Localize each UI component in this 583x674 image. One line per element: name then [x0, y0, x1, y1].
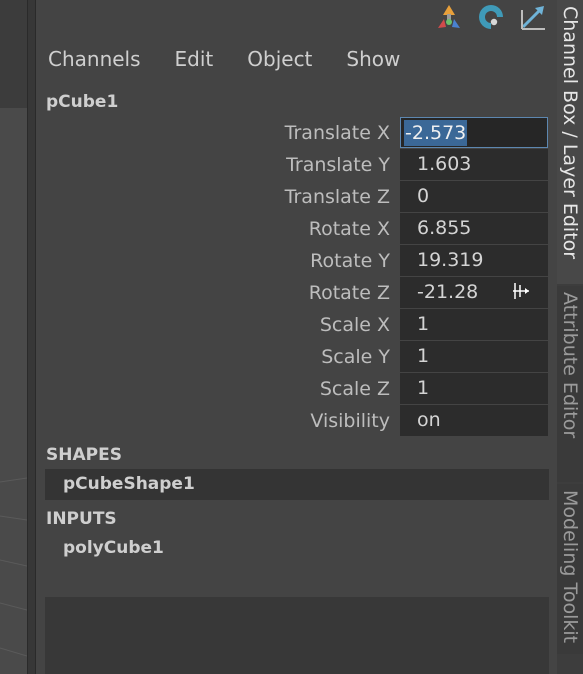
- attribute-table: Translate X -2.573 Translate Y 1.603 Tra…: [36, 117, 549, 437]
- menu-edit[interactable]: Edit: [173, 47, 216, 71]
- attr-value-field[interactable]: 0: [400, 181, 548, 212]
- attr-value-field[interactable]: 1.603: [400, 149, 548, 180]
- tab-label: Modeling Toolkit: [559, 490, 581, 644]
- attr-label[interactable]: Translate Z: [285, 181, 390, 213]
- attr-row-rotate-x: Rotate X 6.855: [36, 213, 549, 245]
- attr-value[interactable]: 1: [417, 309, 429, 340]
- attr-value[interactable]: 6.855: [417, 213, 471, 244]
- panel-splitter[interactable]: [27, 0, 36, 674]
- attr-value[interactable]: 19.319: [417, 245, 483, 276]
- attr-value[interactable]: 1.603: [417, 149, 471, 180]
- attr-value[interactable]: 0: [417, 181, 429, 212]
- attr-row-translate-y: Translate Y 1.603: [36, 149, 549, 181]
- attr-row-rotate-z: Rotate Z -21.28: [36, 277, 549, 309]
- menu-object[interactable]: Object: [245, 47, 314, 71]
- attr-value-field[interactable]: 1: [400, 309, 548, 340]
- attr-value-field[interactable]: 1: [400, 373, 548, 404]
- attr-row-rotate-y: Rotate Y 19.319: [36, 245, 549, 277]
- attr-row-visibility: Visibility on: [36, 405, 549, 437]
- shape-node-row[interactable]: pCubeShape1: [45, 469, 549, 500]
- channel-box-toolbar: [433, 0, 549, 34]
- attr-label[interactable]: Rotate X: [309, 213, 390, 245]
- viewport[interactable]: [0, 0, 27, 674]
- drag-cursor-icon: [513, 283, 529, 299]
- shapes-header: SHAPES: [46, 445, 122, 465]
- attr-row-scale-z: Scale Z 1: [36, 373, 549, 405]
- viewport-header: [0, 0, 27, 108]
- attr-label[interactable]: Rotate Z: [309, 277, 390, 309]
- attr-value[interactable]: -2.573: [404, 120, 468, 146]
- edit-arrow-icon[interactable]: [517, 1, 549, 33]
- attr-row-translate-z: Translate Z 0: [36, 181, 549, 213]
- inputs-header: INPUTS: [46, 509, 117, 529]
- attr-row-translate-x: Translate X -2.573: [36, 117, 549, 149]
- attr-value[interactable]: on: [417, 405, 441, 436]
- input-node-row[interactable]: polyCube1: [45, 533, 549, 564]
- attr-label[interactable]: Visibility: [310, 405, 390, 437]
- tab-channel-box-layer-editor[interactable]: Channel Box / Layer Editor: [557, 0, 583, 284]
- channel-box-panel: Channels Edit Object Show pCube1 Transla…: [36, 0, 557, 674]
- side-tab-strip: Channel Box / Layer Editor Attribute Edi…: [557, 0, 583, 674]
- attr-value-field[interactable]: on: [400, 405, 548, 436]
- attr-label[interactable]: Translate Y: [286, 149, 390, 181]
- transform-axes-icon[interactable]: [433, 1, 465, 33]
- attr-row-scale-x: Scale X 1: [36, 309, 549, 341]
- menu-show[interactable]: Show: [344, 47, 402, 71]
- attr-label[interactable]: Scale Y: [321, 341, 390, 373]
- tab-label: Attribute Editor: [559, 292, 581, 439]
- attr-value-field[interactable]: 6.855: [400, 213, 548, 244]
- menu-channels[interactable]: Channels: [46, 47, 143, 71]
- attr-value-field[interactable]: 19.319: [400, 245, 548, 276]
- attr-label[interactable]: Scale Z: [320, 373, 390, 405]
- shape-node-name[interactable]: pCubeShape1: [63, 469, 195, 500]
- attr-row-scale-y: Scale Y 1: [36, 341, 549, 373]
- attr-value[interactable]: 1: [417, 341, 429, 372]
- attr-label[interactable]: Scale X: [320, 309, 390, 341]
- attr-value-field[interactable]: -2.573: [400, 117, 548, 148]
- tab-modeling-toolkit[interactable]: Modeling Toolkit: [557, 484, 583, 654]
- input-node-name[interactable]: polyCube1: [63, 533, 164, 564]
- object-name[interactable]: pCube1: [46, 92, 118, 112]
- attr-value-field[interactable]: 1: [400, 341, 548, 372]
- tab-label: Channel Box / Layer Editor: [559, 6, 581, 260]
- attr-value[interactable]: 1: [417, 373, 429, 404]
- channel-box-menubar: Channels Edit Object Show: [46, 44, 432, 74]
- attr-label[interactable]: Translate X: [285, 117, 390, 149]
- viewport-grid: [0, 477, 27, 657]
- attr-value[interactable]: -21.28: [417, 277, 478, 308]
- tab-attribute-editor[interactable]: Attribute Editor: [557, 286, 583, 482]
- refresh-arc-icon[interactable]: [475, 1, 507, 33]
- attr-label[interactable]: Rotate Y: [310, 245, 390, 277]
- empty-list-area: [45, 597, 549, 674]
